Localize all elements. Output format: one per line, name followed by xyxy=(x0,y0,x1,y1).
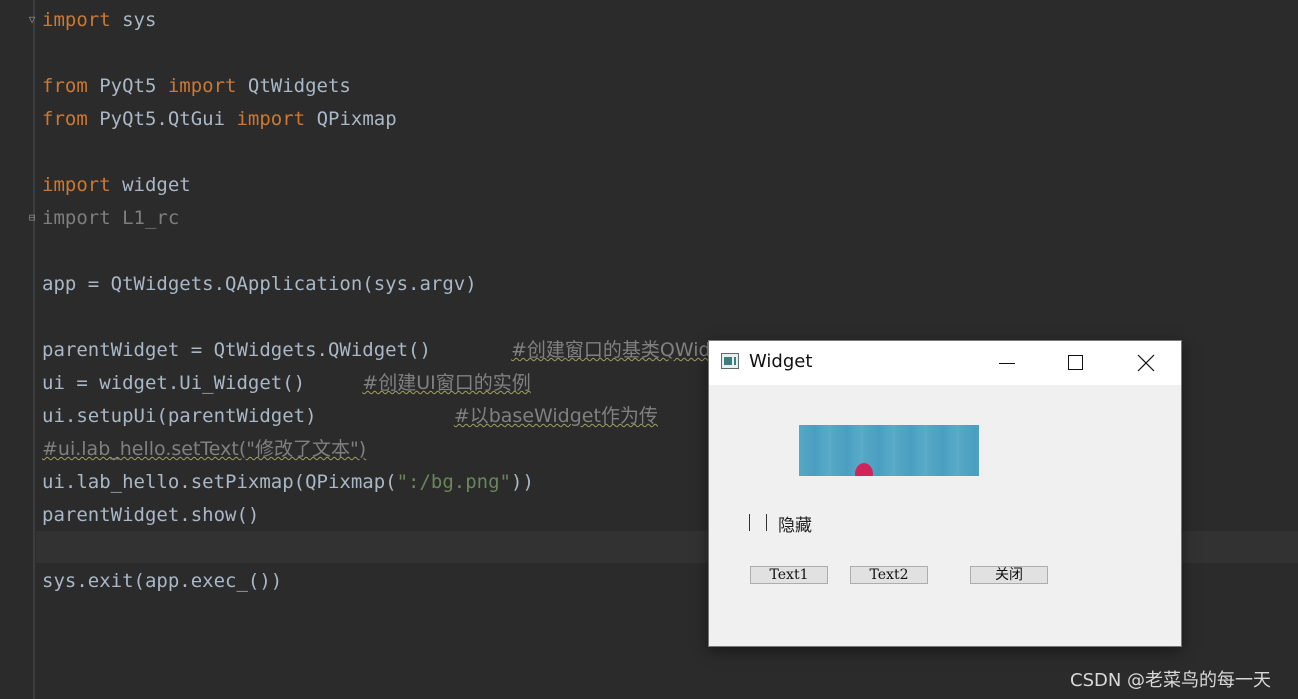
code-line: import widget xyxy=(42,174,191,196)
widget-window: Widget 隐藏 Text1 Text2 关闭 xyxy=(709,341,1181,646)
window-titlebar[interactable]: Widget xyxy=(709,341,1181,385)
app-window-icon xyxy=(721,353,739,369)
pixmap-image-label xyxy=(799,425,979,476)
code-line: parentWidget = QtWidgets.QWidget() #创建窗口… xyxy=(42,339,711,361)
code-line: import L1_rc xyxy=(42,207,180,229)
editor-gutter xyxy=(33,0,35,699)
maximize-button[interactable] xyxy=(1053,341,1099,385)
code-line: parentWidget.show() xyxy=(42,504,260,526)
code-line: #ui.lab_hello.setText("修改了文本") xyxy=(42,438,367,460)
fold-icon[interactable]: ▽ xyxy=(26,14,38,26)
text2-button[interactable]: Text2 xyxy=(850,566,928,584)
code-line: from PyQt5 import QtWidgets xyxy=(42,75,351,97)
minimize-button[interactable] xyxy=(984,341,1030,385)
watermark-text: CSDN @老菜鸟的每一天 xyxy=(1070,670,1272,691)
window-title: Widget xyxy=(749,351,813,372)
close-button[interactable]: 关闭 xyxy=(970,566,1048,584)
fold-icon[interactable]: ⊟ xyxy=(26,212,38,224)
code-line: app = QtWidgets.QApplication(sys.argv) xyxy=(42,273,477,295)
code-line: import sys xyxy=(42,9,157,31)
text1-button[interactable]: Text1 xyxy=(750,566,828,584)
close-window-button[interactable] xyxy=(1123,341,1169,385)
code-line: ui = widget.Ui_Widget() #创建UI窗口的实例 xyxy=(42,372,531,394)
hide-checkbox[interactable] xyxy=(749,514,767,531)
code-line: from PyQt5.QtGui import QPixmap xyxy=(42,108,397,130)
minimize-icon xyxy=(999,363,1015,364)
code-line: ui.setupUi(parentWidget) #以baseWidget作为传 xyxy=(42,405,658,427)
hide-checkbox-label: 隐藏 xyxy=(778,516,812,536)
maximize-icon xyxy=(1068,355,1083,370)
code-line: sys.exit(app.exec_()) xyxy=(42,570,283,592)
code-line: ui.lab_hello.setPixmap(QPixmap(":/bg.png… xyxy=(42,471,534,493)
close-icon xyxy=(1137,354,1155,372)
